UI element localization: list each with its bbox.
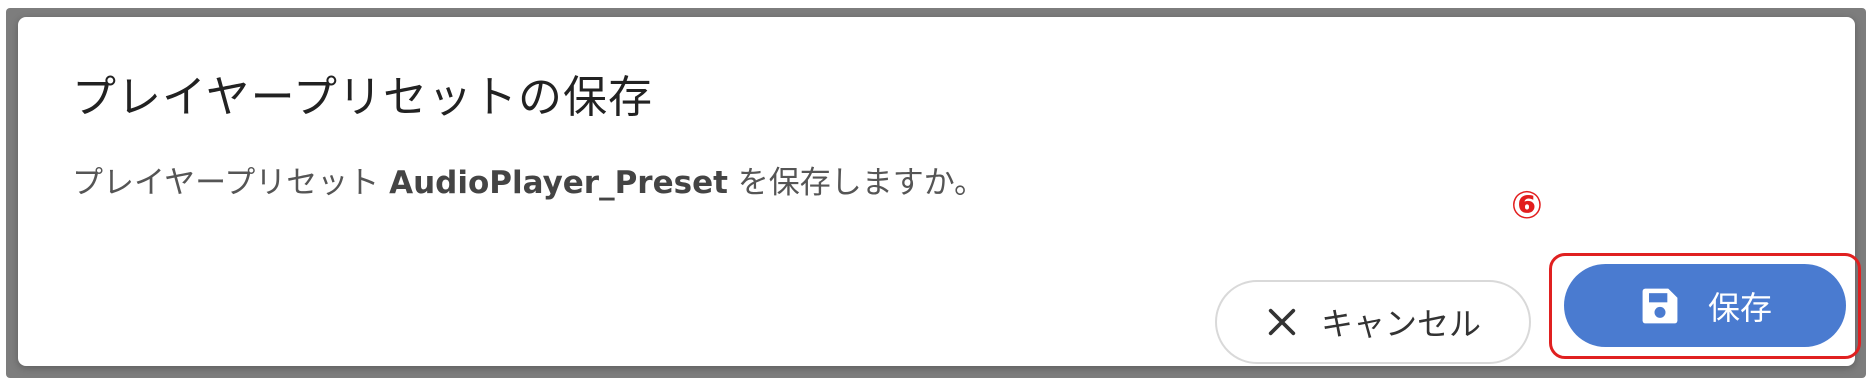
screenshot-stage: プレイヤープリセットの保存 プレイヤープリセット AudioPlayer_Pre… [0,0,1870,386]
dialog-title: プレイヤープリセットの保存 [72,72,654,123]
cancel-button-label: キャンセル [1320,305,1481,343]
save-button-label: 保存 [1707,288,1772,327]
message-prefix: プレイヤープリセット [72,165,390,201]
message-suffix: を保存しますか。 [727,165,986,201]
close-icon [1268,308,1296,336]
dialog-message: プレイヤープリセット AudioPlayer_Preset を保存しますか。 [72,157,985,202]
preset-name: AudioPlayer_Preset [389,165,728,201]
cancel-button[interactable]: キャンセル [1215,280,1531,364]
step-marker: ⑥ [1510,183,1544,227]
background-content-fragment [4,95,14,135]
save-icon [1642,288,1678,323]
save-button[interactable]: 保存 [1564,264,1846,347]
